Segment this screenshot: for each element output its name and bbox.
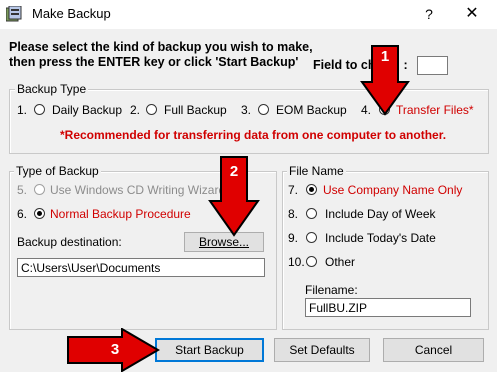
callout-1-number: 1 [380,48,390,65]
day-of-week-label[interactable]: Include Day of Week [325,207,436,221]
app-icon [6,6,22,22]
backup-destination-label: Backup destination: [17,235,122,249]
cancel-button[interactable]: Cancel [383,338,484,362]
file-num-8: 8. [288,207,299,221]
company-name-only-label[interactable]: Use Company Name Only [323,183,462,197]
normal-backup-label[interactable]: Normal Backup Procedure [50,207,191,221]
filename-input[interactable]: FullBU.ZIP [305,298,471,317]
other-radio[interactable] [306,256,317,267]
instructions-text: Please select the kind of backup you wis… [9,40,313,69]
window-title: Make Backup [32,6,111,21]
file-num-7: 7. [288,183,299,197]
browse-button-label: Browse... [198,235,249,249]
close-button[interactable]: ✕ [452,3,492,25]
full-backup-radio[interactable] [146,104,157,115]
start-backup-button[interactable]: Start Backup [155,338,264,362]
backup-destination-input[interactable]: C:\Users\User\Documents [17,258,265,277]
callout-3-number: 3 [110,341,120,358]
file-name-title: File Name [287,164,346,178]
callout-2-number: 2 [229,163,239,180]
todays-date-label[interactable]: Include Today's Date [325,231,436,245]
backup-type-title: Backup Type [15,82,89,96]
daily-backup-label[interactable]: Daily Backup [52,103,122,117]
filename-label: Filename: [305,283,358,297]
type-of-backup-title: Type of Backup [14,164,101,178]
field-to-change-input[interactable] [417,56,448,75]
backup-type-num-1: 1. [17,103,28,117]
file-num-10: 10. [288,255,305,269]
help-button[interactable]: ? [414,3,444,25]
backup-type-num-3: 3. [241,103,252,117]
normal-backup-radio[interactable] [34,208,45,219]
daily-backup-radio[interactable] [34,104,45,115]
backup-type-num-2: 2. [130,103,141,117]
eom-backup-radio[interactable] [258,104,269,115]
file-num-9: 9. [288,231,299,245]
type-num-5: 5. [17,183,28,197]
set-defaults-button[interactable]: Set Defaults [274,338,370,362]
cd-wizard-label[interactable]: Use Windows CD Writing Wizard [50,183,225,197]
backup-type-group: Backup Type [9,82,489,154]
transfer-note: *Recommended for transferring data from … [60,128,447,142]
cd-wizard-radio[interactable] [34,184,45,195]
type-num-6: 6. [17,207,28,221]
todays-date-radio[interactable] [306,232,317,243]
full-backup-label[interactable]: Full Backup [164,103,227,117]
company-name-only-radio[interactable] [306,184,317,195]
eom-backup-label[interactable]: EOM Backup [276,103,347,117]
other-label[interactable]: Other [325,255,355,269]
day-of-week-radio[interactable] [306,208,317,219]
